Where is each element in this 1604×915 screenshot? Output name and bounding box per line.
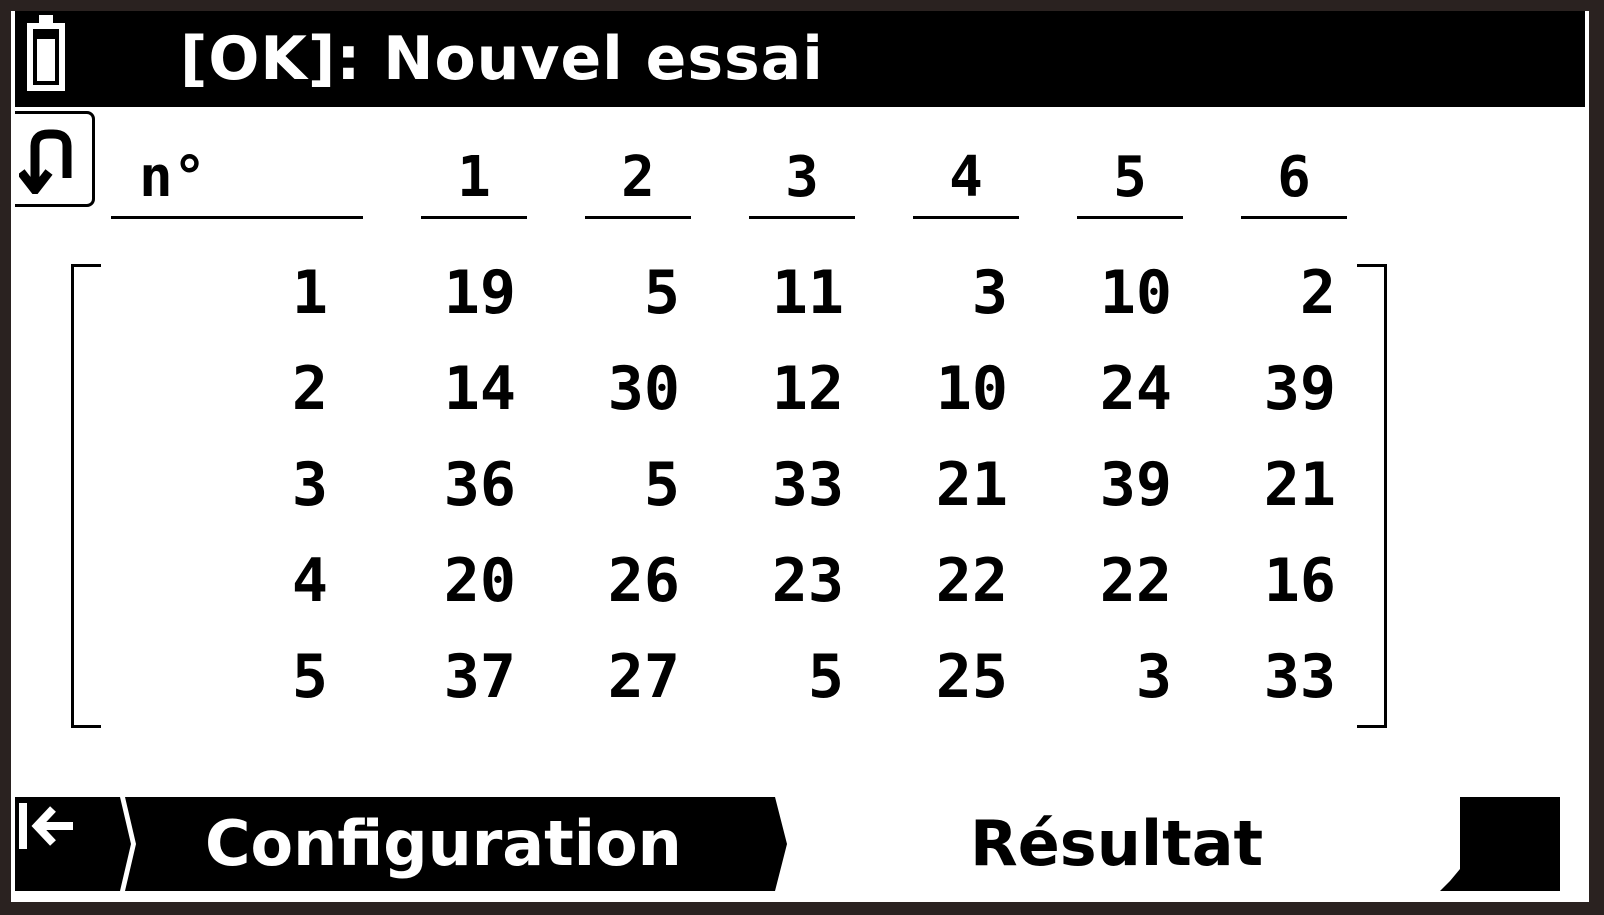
header-underline: [1241, 216, 1347, 219]
back-button[interactable]: [15, 111, 95, 207]
status-title: [OK]: Nouvel essai: [180, 24, 824, 94]
matrix-cell[interactable]: 14: [396, 349, 516, 429]
matrix-cell[interactable]: 5: [560, 253, 680, 333]
matrix-cell[interactable]: 20: [396, 541, 516, 621]
row-index-cell[interactable]: 3: [208, 445, 328, 525]
row-index-cell[interactable]: 5: [208, 637, 328, 717]
matrix-cell[interactable]: 5: [560, 445, 680, 525]
matrix-cell[interactable]: 22: [888, 541, 1008, 621]
row-index-cell[interactable]: 2: [208, 349, 328, 429]
header-underline: [913, 216, 1019, 219]
configuration-label: Configuration: [205, 807, 682, 880]
status-bar: [OK]: Nouvel essai: [15, 11, 1585, 107]
header-col-6: 6: [1277, 145, 1311, 210]
matrix-cell[interactable]: 22: [1052, 541, 1172, 621]
matrix-cell[interactable]: 2: [1216, 253, 1336, 333]
header-underline: [585, 216, 691, 219]
row-index-cell[interactable]: 1: [208, 253, 328, 333]
blank-softkey[interactable]: [1440, 797, 1560, 891]
header-col-2: 2: [621, 145, 655, 210]
calculator-screen: [OK]: Nouvel essai n° 1 2 3 4 5 6 1 19 5 11 3 10 2 2 1…: [11, 11, 1589, 902]
header-col-1: 1: [457, 145, 491, 210]
matrix-cell[interactable]: 33: [724, 445, 844, 525]
matrix-cell[interactable]: 33: [1216, 637, 1336, 717]
header-underline: [749, 216, 855, 219]
matrix-cell[interactable]: 3: [1052, 637, 1172, 717]
exit-arrow-icon: [19, 803, 73, 849]
matrix-cell[interactable]: 39: [1052, 445, 1172, 525]
header-underline: [111, 216, 363, 219]
matrix-cell[interactable]: 3: [888, 253, 1008, 333]
matrix-cell[interactable]: 36: [396, 445, 516, 525]
matrix-right-bracket: [1357, 264, 1387, 728]
header-col-3: 3: [785, 145, 819, 210]
matrix-cell[interactable]: 21: [1216, 445, 1336, 525]
matrix-cell[interactable]: 21: [888, 445, 1008, 525]
header-col-5: 5: [1113, 145, 1147, 210]
matrix-left-bracket: [71, 264, 101, 728]
matrix-cell[interactable]: 5: [724, 637, 844, 717]
matrix-cell[interactable]: 25: [888, 637, 1008, 717]
row-index-cell[interactable]: 4: [208, 541, 328, 621]
softkey-bar: Configuration Résultat: [15, 797, 1585, 891]
header-index: n°: [139, 145, 207, 210]
matrix-cell[interactable]: 12: [724, 349, 844, 429]
header-col-4: 4: [949, 145, 983, 210]
header-underline: [421, 216, 527, 219]
matrix-cell[interactable]: 11: [724, 253, 844, 333]
matrix-cell[interactable]: 26: [560, 541, 680, 621]
matrix-cell[interactable]: 27: [560, 637, 680, 717]
return-arrow-icon: [19, 129, 72, 194]
matrix-cell[interactable]: 23: [724, 541, 844, 621]
matrix-cell[interactable]: 24: [1052, 349, 1172, 429]
battery-icon: [27, 15, 65, 91]
header-underline: [1077, 216, 1183, 219]
result-softkey[interactable]: Résultat: [970, 797, 1263, 891]
matrix-cell[interactable]: 39: [1216, 349, 1336, 429]
matrix-cell[interactable]: 10: [888, 349, 1008, 429]
matrix-cell[interactable]: 16: [1216, 541, 1336, 621]
matrix-cell[interactable]: 30: [560, 349, 680, 429]
matrix-cell[interactable]: 10: [1052, 253, 1172, 333]
matrix-cell[interactable]: 37: [396, 637, 516, 717]
matrix-cell[interactable]: 19: [396, 253, 516, 333]
configuration-softkey[interactable]: Configuration: [15, 797, 795, 891]
